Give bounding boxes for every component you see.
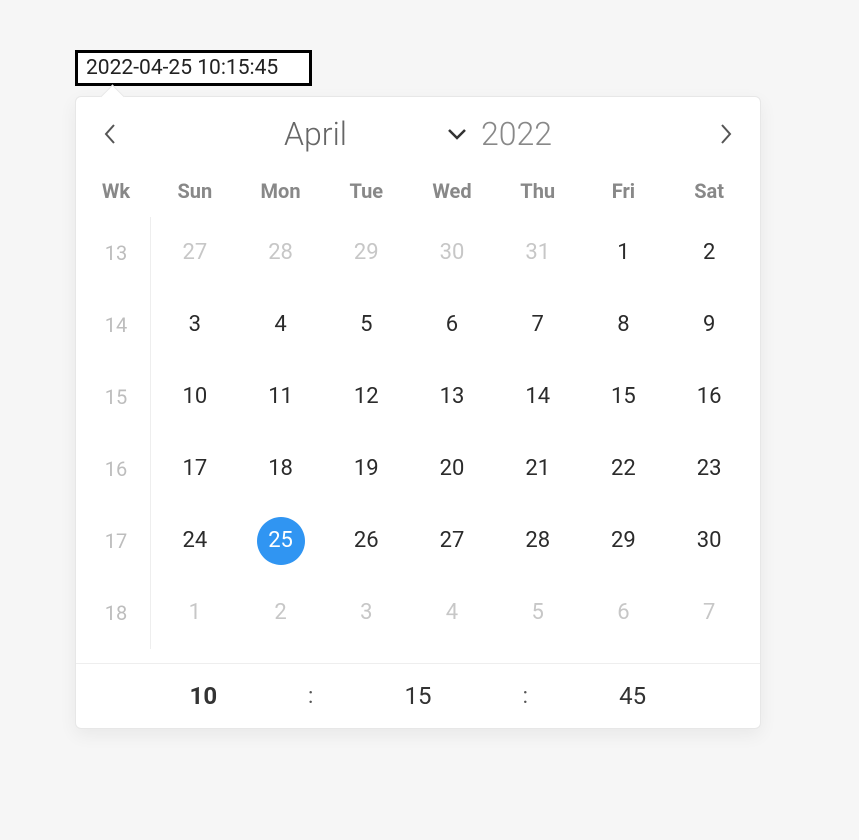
calendar-day[interactable]: 28 bbox=[495, 505, 581, 577]
calendar-day[interactable]: 28 bbox=[238, 217, 324, 289]
calendar-day[interactable]: 29 bbox=[581, 505, 667, 577]
calendar-day[interactable]: 22 bbox=[581, 433, 667, 505]
chevron-right-icon bbox=[719, 123, 733, 145]
week-number: 16 bbox=[80, 433, 152, 505]
calendar-day[interactable]: 27 bbox=[409, 505, 495, 577]
calendar-day[interactable]: 16 bbox=[666, 361, 752, 433]
calendar-day[interactable]: 19 bbox=[323, 433, 409, 505]
calendar-day[interactable]: 17 bbox=[152, 433, 238, 505]
calendar-day[interactable]: 3 bbox=[323, 577, 409, 649]
weekday-header: Thu bbox=[495, 169, 581, 217]
week-number: 14 bbox=[80, 289, 152, 361]
calendar-day[interactable]: 15 bbox=[581, 361, 667, 433]
prev-month-button[interactable] bbox=[92, 116, 128, 152]
calendar-day[interactable]: 10 bbox=[152, 361, 238, 433]
calendar-day[interactable]: 26 bbox=[323, 505, 409, 577]
month-select[interactable]: April bbox=[284, 115, 467, 153]
weekday-header: Mon bbox=[238, 169, 324, 217]
weekday-header: Tue bbox=[323, 169, 409, 217]
next-month-button[interactable] bbox=[708, 116, 744, 152]
calendar-day[interactable]: 27 bbox=[152, 217, 238, 289]
calendar-day[interactable]: 6 bbox=[409, 289, 495, 361]
minute-picker[interactable]: 15 bbox=[331, 682, 506, 710]
datetime-picker-popup: April 2022 WkSunMonTueWedThuFriSat132728… bbox=[75, 96, 761, 729]
calendar-day[interactable]: 5 bbox=[323, 289, 409, 361]
calendar-day[interactable]: 23 bbox=[666, 433, 752, 505]
weekday-header: Sun bbox=[152, 169, 238, 217]
calendar-header: April 2022 bbox=[76, 97, 760, 159]
week-number: 15 bbox=[80, 361, 152, 433]
calendar-day[interactable]: 29 bbox=[323, 217, 409, 289]
week-number: 13 bbox=[80, 217, 152, 289]
datetime-input[interactable] bbox=[75, 50, 312, 86]
calendar-day[interactable]: 13 bbox=[409, 361, 495, 433]
time-picker-row: 10 : 15 : 45 bbox=[76, 663, 760, 728]
calendar-day[interactable]: 4 bbox=[238, 289, 324, 361]
calendar-day[interactable]: 30 bbox=[666, 505, 752, 577]
calendar-day[interactable]: 7 bbox=[666, 577, 752, 649]
calendar-day[interactable]: 5 bbox=[495, 577, 581, 649]
calendar-day[interactable]: 6 bbox=[581, 577, 667, 649]
calendar-day[interactable]: 7 bbox=[495, 289, 581, 361]
weekday-header: Sat bbox=[666, 169, 752, 217]
calendar-day[interactable]: 30 bbox=[409, 217, 495, 289]
hour-picker[interactable]: 10 bbox=[116, 682, 291, 710]
calendar-day[interactable]: 1 bbox=[152, 577, 238, 649]
calendar-day[interactable]: 2 bbox=[666, 217, 752, 289]
calendar-day[interactable]: 1 bbox=[581, 217, 667, 289]
calendar-day[interactable]: 24 bbox=[152, 505, 238, 577]
calendar-day[interactable]: 18 bbox=[238, 433, 324, 505]
calendar-day[interactable]: 25 bbox=[238, 505, 324, 577]
chevron-left-icon bbox=[103, 123, 117, 145]
calendar-day[interactable]: 8 bbox=[581, 289, 667, 361]
weekday-header: Wed bbox=[409, 169, 495, 217]
week-header: Wk bbox=[80, 169, 152, 217]
week-number: 17 bbox=[80, 505, 152, 577]
year-select[interactable]: 2022 bbox=[481, 115, 552, 153]
calendar-day[interactable]: 2 bbox=[238, 577, 324, 649]
calendar-day[interactable]: 14 bbox=[495, 361, 581, 433]
second-picker[interactable]: 45 bbox=[545, 682, 720, 710]
time-separator: : bbox=[505, 684, 545, 709]
chevron-down-icon bbox=[447, 125, 467, 144]
weekday-header: Fri bbox=[581, 169, 667, 217]
calendar-day[interactable]: 3 bbox=[152, 289, 238, 361]
time-separator: : bbox=[291, 684, 331, 709]
calendar-day[interactable]: 9 bbox=[666, 289, 752, 361]
calendar-day[interactable]: 4 bbox=[409, 577, 495, 649]
week-number: 18 bbox=[80, 577, 152, 649]
month-label: April bbox=[284, 115, 347, 153]
calendar-day[interactable]: 12 bbox=[323, 361, 409, 433]
calendar-day[interactable]: 11 bbox=[238, 361, 324, 433]
calendar-grid: WkSunMonTueWedThuFriSat13272829303112143… bbox=[76, 159, 760, 663]
calendar-day[interactable]: 20 bbox=[409, 433, 495, 505]
calendar-day[interactable]: 31 bbox=[495, 217, 581, 289]
calendar-day[interactable]: 21 bbox=[495, 433, 581, 505]
